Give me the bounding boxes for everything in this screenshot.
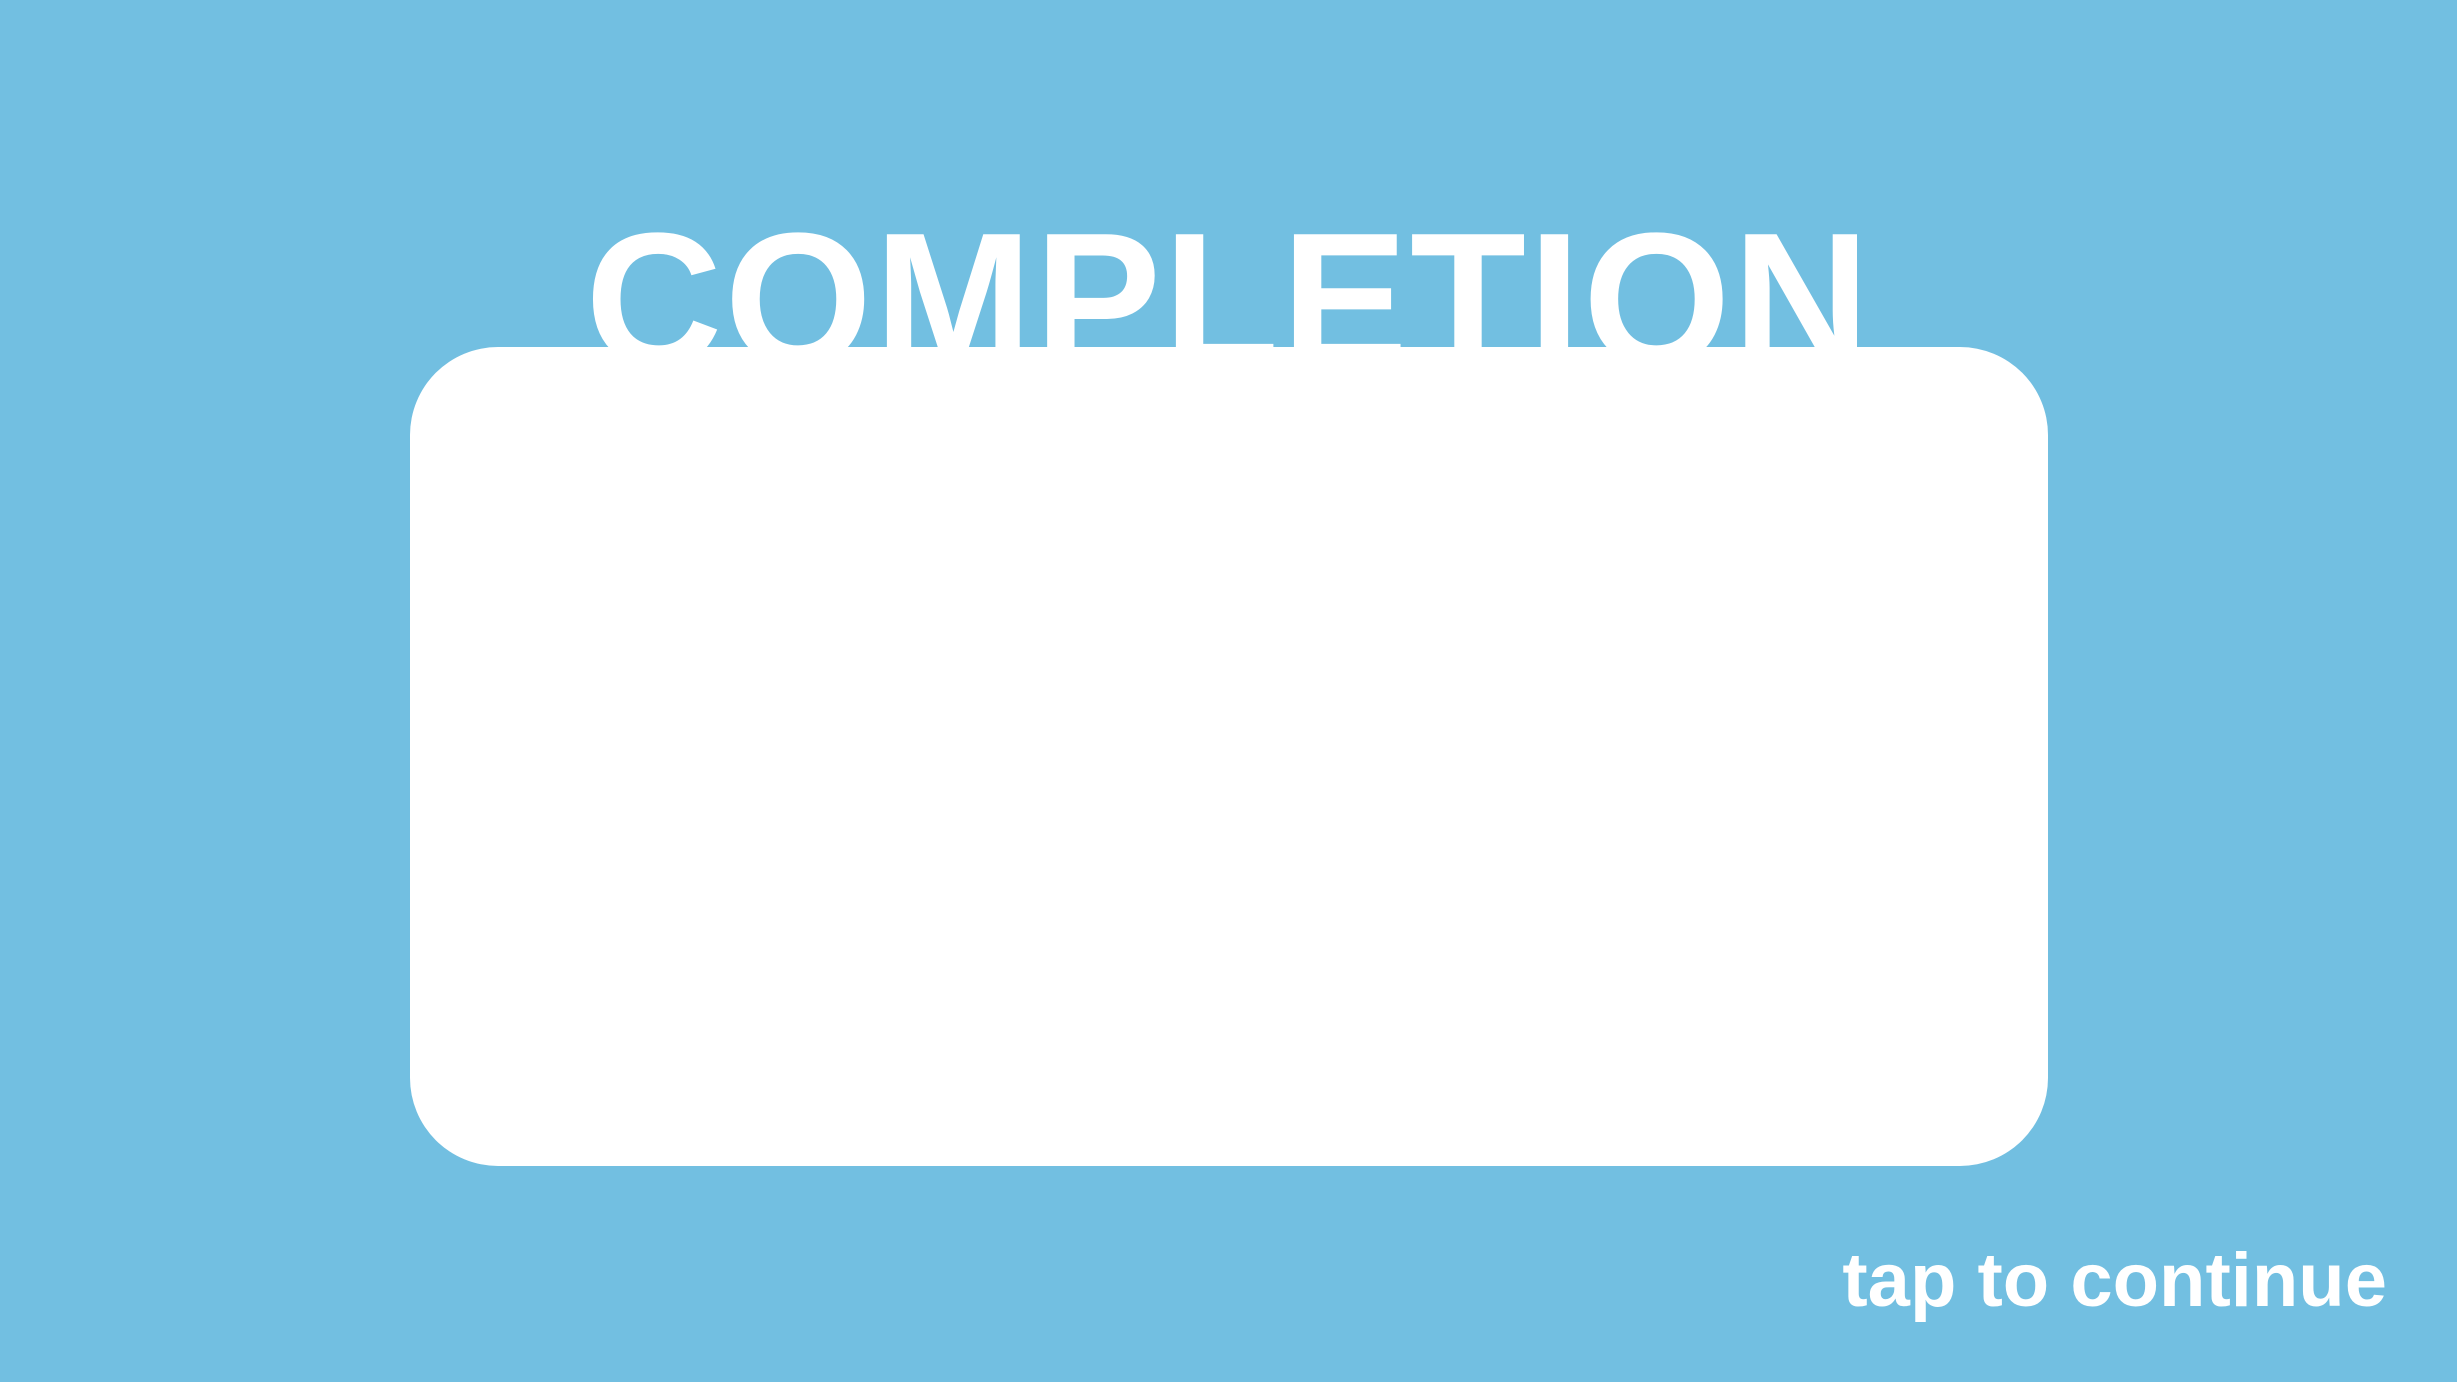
bonus-panel	[410, 347, 2048, 1166]
completion-screen[interactable]: COMPLETION completion bonus remaining li…	[0, 0, 2457, 1382]
tap-to-continue-button[interactable]: tap to continue	[1842, 1243, 2387, 1319]
